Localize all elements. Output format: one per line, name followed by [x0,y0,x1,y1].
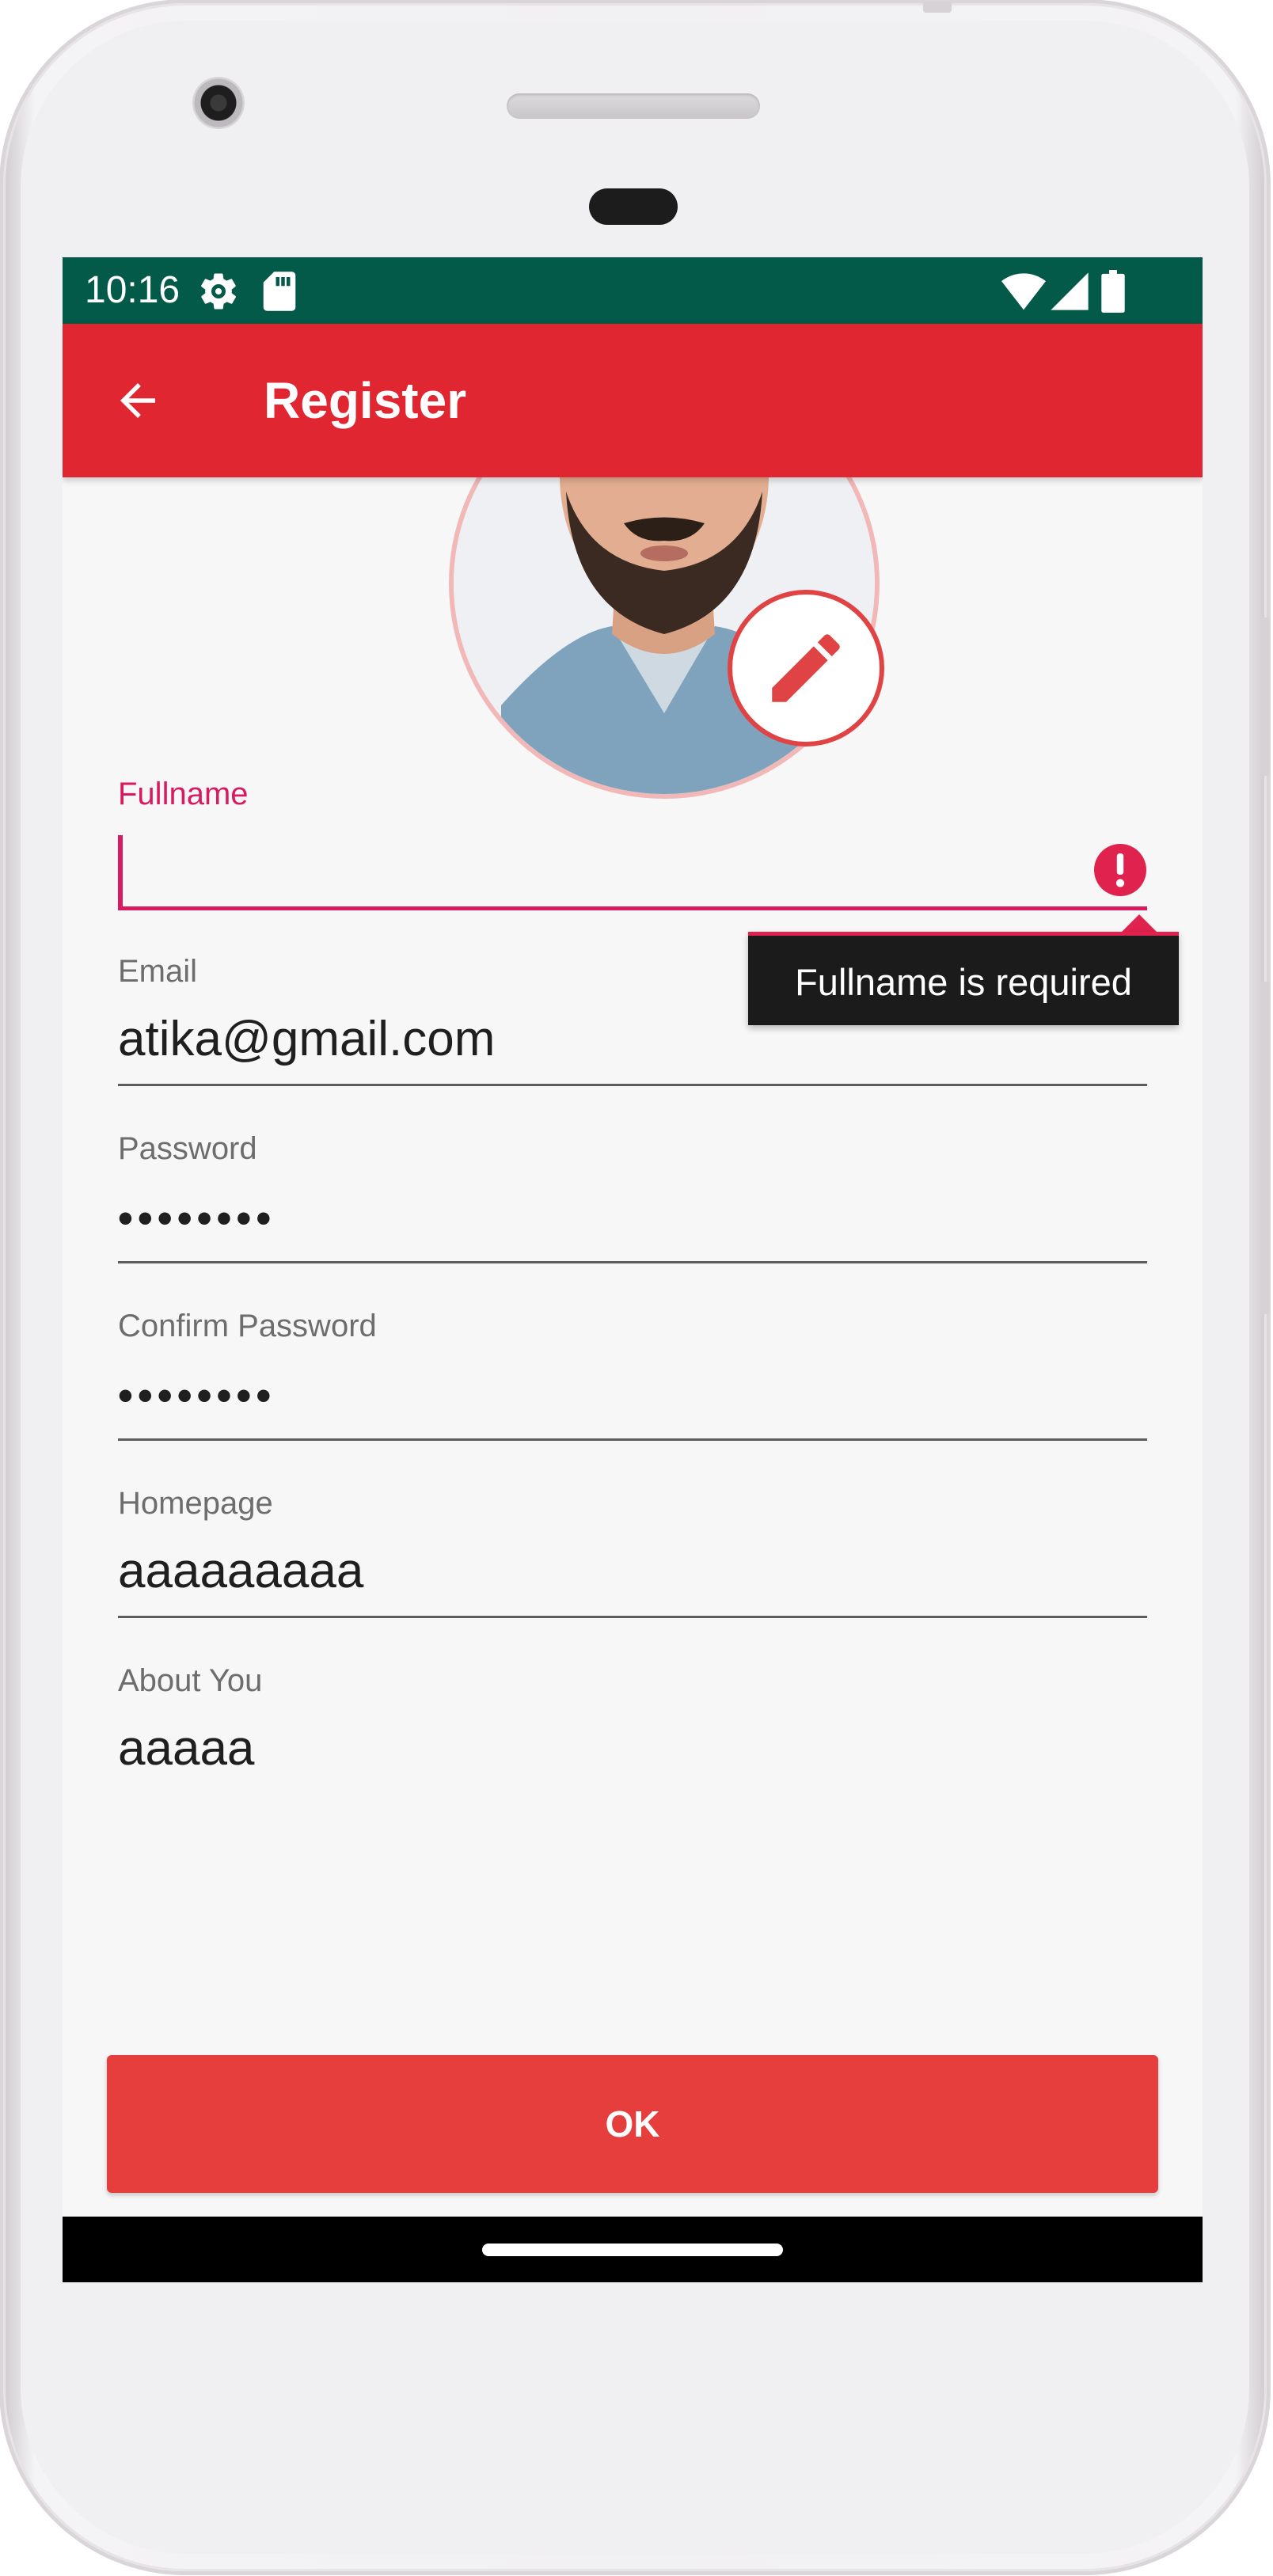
ok-button[interactable]: OK [107,2055,1158,2193]
volume-button [1262,982,1270,1314]
homepage-label: Homepage [118,1486,273,1521]
status-time: 10:16 [85,269,180,311]
password-label: Password [118,1131,257,1166]
homepage-field[interactable]: aaaaaaaaa [118,1541,363,1601]
fullname-label: Fullname [118,777,249,811]
email-underline [118,1084,1147,1086]
app-bar: Register [63,324,1203,477]
about-label: About You [118,1663,263,1698]
fullname-input[interactable] [118,827,1147,913]
homepage-underline [118,1616,1147,1618]
password-underline [118,1261,1147,1263]
confirm-password-underline [118,1438,1147,1441]
error-tooltip: Fullname is required [748,932,1179,1025]
power-button [1262,617,1270,776]
confirm-password-field[interactable]: •••••••• [118,1366,276,1426]
status-bar: 10:16 [63,257,1203,324]
top-notch-button [923,2,952,13]
battery-icon [1101,270,1125,317]
fullname-underline [118,906,1147,910]
screen: 10:16 Register Fullname Fullname is requ… [63,257,1203,2282]
earpiece-speaker [507,93,760,119]
password-field[interactable]: •••••••• [118,1188,276,1248]
settings-icon [197,270,240,317]
cell-signal-icon [1049,270,1090,317]
back-arrow-icon[interactable] [112,374,164,431]
front-camera [192,77,245,129]
navigation-bar [63,2217,1203,2282]
confirm-password-label: Confirm Password [118,1309,377,1343]
page-title: Register [264,372,467,429]
pencil-icon [761,623,851,717]
error-tooltip-text: Fullname is required [795,961,1132,1003]
edit-avatar-button[interactable] [728,590,884,747]
text-cursor [118,835,123,906]
proximity-sensor [589,188,678,225]
sd-card-icon [260,270,298,317]
home-gesture-pill[interactable] [482,2244,783,2256]
tooltip-pointer [1122,914,1157,932]
wifi-icon [1001,270,1046,317]
error-icon[interactable] [1092,842,1149,902]
email-label: Email [118,954,198,989]
email-field[interactable]: atika@gmail.com [118,1009,495,1070]
about-field[interactable]: aaaaa [118,1719,254,1779]
